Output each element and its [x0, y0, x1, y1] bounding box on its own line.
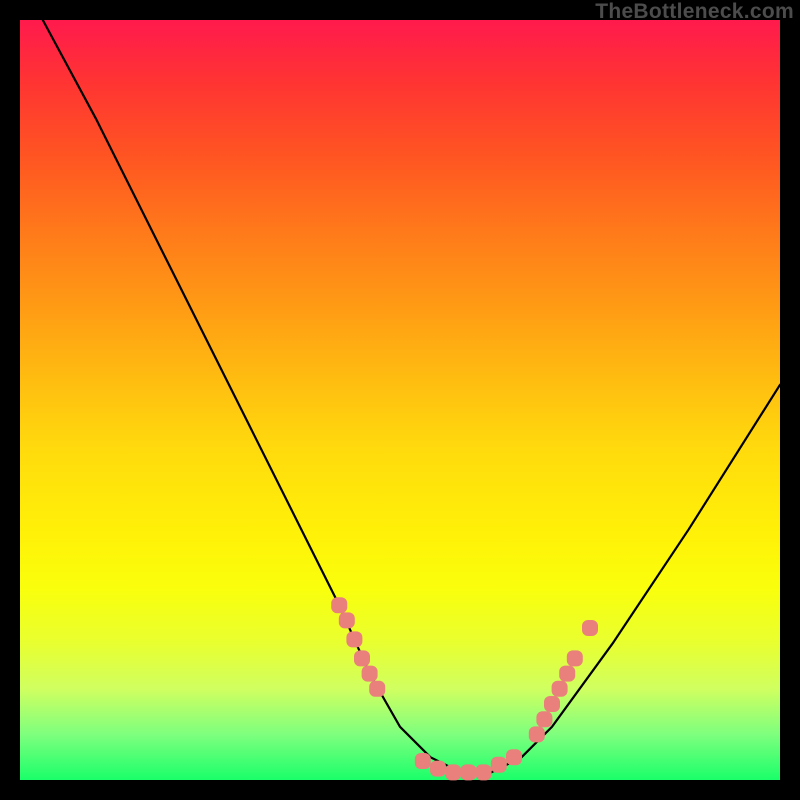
marker-dot — [346, 631, 362, 647]
marker-dot — [544, 696, 560, 712]
marker-dots — [331, 597, 598, 780]
watermark-text: TheBottleneck.com — [595, 0, 794, 24]
chart-frame: TheBottleneck.com — [0, 0, 800, 800]
marker-dot — [415, 753, 431, 769]
marker-dot — [339, 612, 355, 628]
chart-svg — [20, 20, 780, 780]
marker-dot — [331, 597, 347, 613]
bottleneck-curve — [43, 20, 780, 772]
marker-dot — [430, 761, 446, 777]
marker-dot — [369, 681, 385, 697]
marker-dot — [506, 749, 522, 765]
marker-dot — [536, 711, 552, 727]
marker-dot — [491, 757, 507, 773]
marker-dot — [529, 726, 545, 742]
marker-dot — [362, 666, 378, 682]
plot-area — [20, 20, 780, 780]
marker-dot — [552, 681, 568, 697]
marker-dot — [567, 650, 583, 666]
marker-dot — [559, 666, 575, 682]
marker-dot — [582, 620, 598, 636]
marker-dot — [476, 764, 492, 780]
marker-dot — [354, 650, 370, 666]
marker-dot — [445, 764, 461, 780]
marker-dot — [460, 764, 476, 780]
